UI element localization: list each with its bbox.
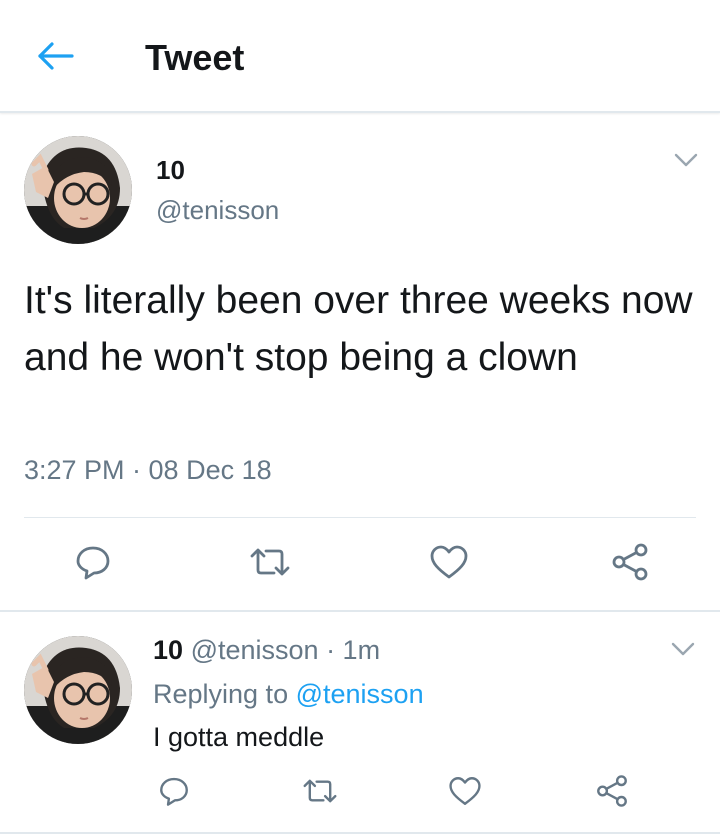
top-app-bar: Tweet: [0, 0, 720, 113]
reply-reply-button[interactable]: [149, 768, 199, 818]
arrow-left-icon: [36, 41, 76, 76]
heart-icon: [428, 542, 470, 587]
replying-to-line: Replying to @tenisson: [153, 676, 424, 712]
share-button[interactable]: [605, 539, 655, 589]
replying-to-label: Replying to: [153, 679, 289, 709]
heart-icon: [447, 774, 483, 813]
share-icon: [609, 541, 651, 588]
retweet-button[interactable]: [245, 539, 295, 589]
retweet-icon: [301, 774, 339, 813]
reply-avatar[interactable]: [24, 636, 132, 744]
replying-to-link[interactable]: @tenisson: [296, 679, 424, 709]
reply-display-name[interactable]: 10: [153, 635, 183, 665]
like-button[interactable]: [424, 539, 474, 589]
reply-time: · 1m: [326, 635, 381, 665]
avatar[interactable]: [24, 136, 132, 244]
page-title: Tweet: [145, 37, 245, 78]
share-icon: [594, 773, 630, 814]
divider: [24, 517, 696, 518]
reply-icon: [157, 774, 191, 813]
section-divider: [0, 610, 720, 612]
author-handle[interactable]: @tenisson: [156, 194, 279, 226]
back-button[interactable]: [36, 38, 76, 78]
reply-button[interactable]: [68, 539, 118, 589]
chevron-down-icon: [674, 153, 698, 172]
reply-like-button[interactable]: [440, 768, 490, 818]
reply-header: 10 @tenisson · 1m: [153, 632, 380, 668]
reply-menu-button[interactable]: [668, 641, 698, 661]
reply-text: I gotta meddle: [153, 722, 325, 752]
retweet-icon: [248, 542, 292, 587]
tweet-menu-button[interactable]: [671, 152, 701, 172]
chevron-down-icon: [671, 642, 695, 661]
tweet-text: It's literally been over three weeks now…: [24, 279, 693, 379]
reply-icon: [73, 542, 113, 587]
reply-share-button[interactable]: [587, 768, 637, 818]
tweet-timestamp: 3:27 PM · 08 Dec 18: [24, 455, 272, 485]
author-display-name[interactable]: 10: [156, 154, 185, 186]
bottom-divider: [0, 832, 720, 834]
reply-retweet-button[interactable]: [295, 768, 345, 818]
reply-handle[interactable]: @tenisson: [191, 635, 319, 665]
